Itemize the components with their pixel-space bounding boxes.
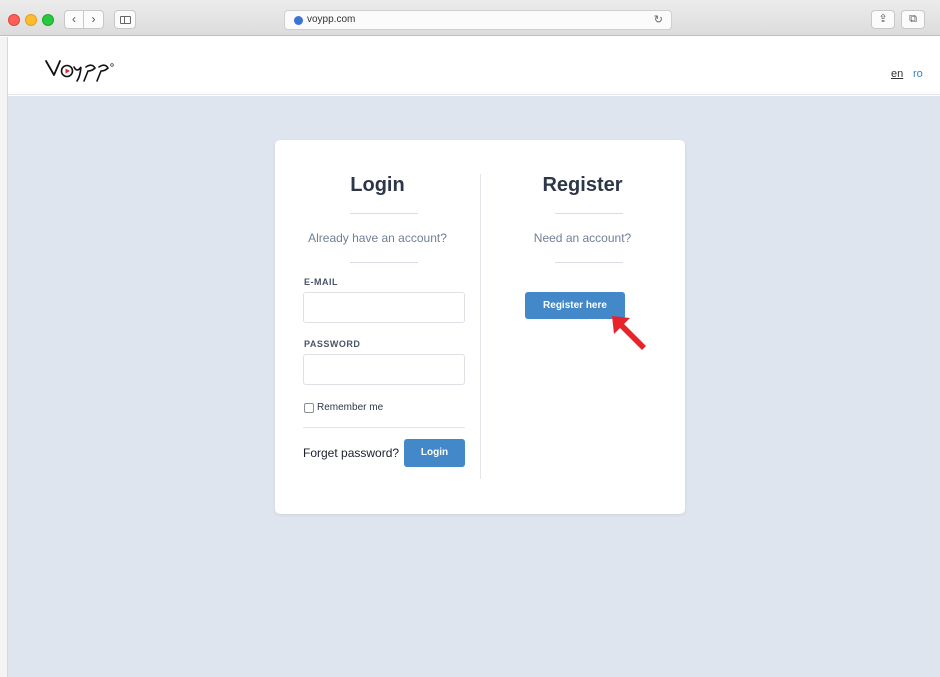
login-title-divider xyxy=(350,213,418,214)
close-window-button[interactable] xyxy=(8,14,20,26)
password-label: PASSWORD xyxy=(304,339,361,349)
tabs-icon: ⧉ xyxy=(909,13,917,25)
zoom-window-button[interactable] xyxy=(42,14,54,26)
reload-icon[interactable]: ↻ xyxy=(654,13,663,26)
forgot-password-link[interactable]: Forget password? xyxy=(303,446,399,460)
window-left-edge xyxy=(0,37,8,677)
minimize-window-button[interactable] xyxy=(25,14,37,26)
share-button[interactable]: ⇪ xyxy=(871,10,895,29)
language-ro-link[interactable]: ro xyxy=(913,68,923,80)
remember-me-checkbox[interactable] xyxy=(304,402,314,413)
chevron-left-icon: ‹ xyxy=(72,12,76,26)
globe-icon xyxy=(294,16,303,25)
tab-overview-button[interactable]: ⧉ xyxy=(901,10,925,29)
password-field[interactable] xyxy=(303,354,465,385)
login-subtitle-divider xyxy=(350,262,418,263)
voypp-logo[interactable] xyxy=(44,57,124,85)
address-bar[interactable]: voypp.com ↻ xyxy=(284,10,672,30)
sidebar-toggle-button[interactable] xyxy=(114,10,136,29)
register-title: Register xyxy=(542,174,623,196)
site-header: en ro xyxy=(8,37,940,95)
url-text: voypp.com xyxy=(307,14,356,25)
register-subtitle-divider xyxy=(555,262,623,263)
sidebar-icon xyxy=(119,16,131,24)
column-divider xyxy=(480,174,481,479)
login-title: Login xyxy=(350,174,405,196)
forward-button[interactable]: › xyxy=(84,10,104,29)
register-subtitle: Need an account? xyxy=(533,231,632,245)
pointer-arrow-icon xyxy=(612,316,646,350)
login-button[interactable]: Login xyxy=(404,439,465,467)
login-footer-divider xyxy=(303,427,465,428)
language-en-link[interactable]: en xyxy=(891,68,903,80)
login-subtitle: Already have an account? xyxy=(308,231,447,245)
remember-me-option[interactable]: Remember me xyxy=(304,402,383,413)
remember-me-label: Remember me xyxy=(317,402,384,413)
browser-toolbar: ‹ › voypp.com ↻ ⇪ ⧉ xyxy=(0,0,940,36)
share-icon: ⇪ xyxy=(878,13,888,25)
register-title-divider xyxy=(555,213,623,214)
email-field[interactable] xyxy=(303,292,465,323)
back-button[interactable]: ‹ xyxy=(64,10,84,29)
email-label: E-MAIL xyxy=(304,277,338,287)
chevron-right-icon: › xyxy=(91,12,96,26)
